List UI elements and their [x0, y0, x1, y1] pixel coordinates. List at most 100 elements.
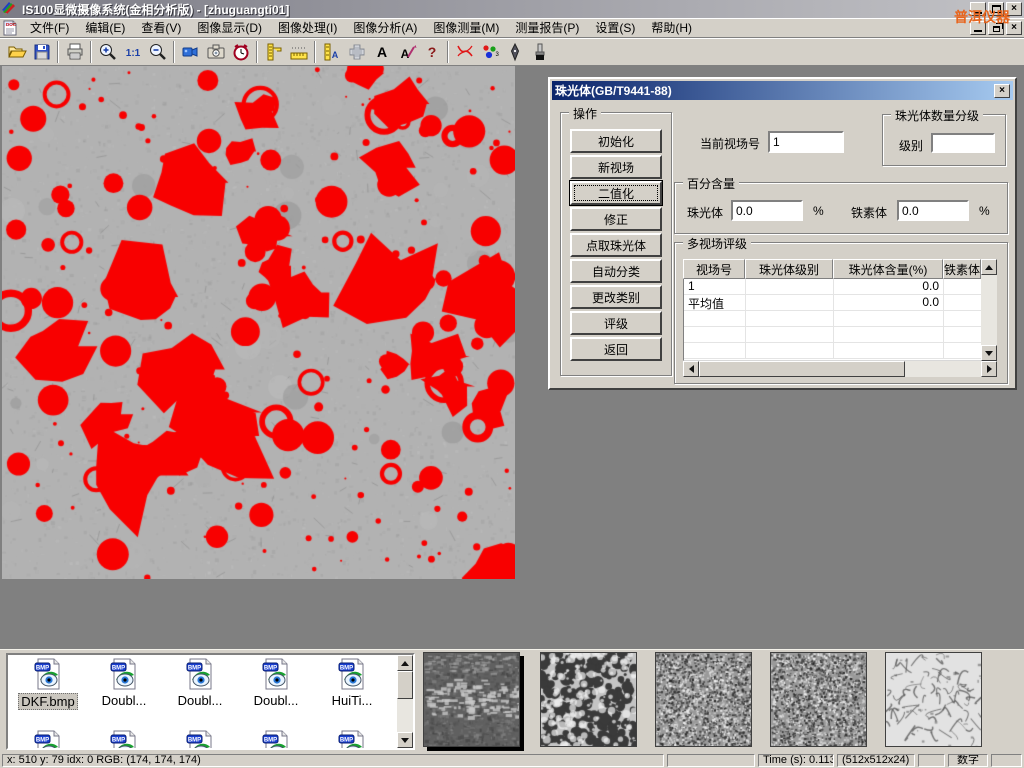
- op-button-3[interactable]: 修正: [570, 207, 662, 231]
- current-field-input[interactable]: [768, 131, 844, 153]
- op-button-8[interactable]: 返回: [570, 337, 662, 361]
- table-hscrollbar[interactable]: [683, 361, 997, 377]
- svg-text:BMP: BMP: [264, 666, 277, 672]
- grid-stamp-button[interactable]: [344, 40, 369, 64]
- ferrite-percent-input[interactable]: [897, 200, 969, 221]
- measure-text-button[interactable]: A: [319, 40, 344, 64]
- status-spacer-3: [991, 754, 1022, 767]
- table-header-0[interactable]: 视场号: [683, 259, 745, 279]
- file-item-row2-0[interactable]: BMP: [12, 730, 84, 750]
- svg-text:BMP: BMP: [36, 738, 49, 744]
- table-row-4[interactable]: [684, 343, 981, 359]
- menu-item-4[interactable]: 图像处理(I): [270, 17, 345, 38]
- zoom-out-button[interactable]: [145, 40, 170, 64]
- file-item-row2-1[interactable]: BMP: [88, 730, 160, 750]
- scroll-up-button[interactable]: [981, 259, 997, 275]
- file-list[interactable]: BMP DKF.bmp BMP BMP Doubl... BMP B: [6, 653, 415, 750]
- status-spacer-2: [918, 754, 945, 767]
- grade-input[interactable]: [931, 133, 995, 153]
- maximize-button[interactable]: [988, 2, 1004, 16]
- save-button[interactable]: [29, 40, 54, 64]
- menu-item-0[interactable]: 文件(F): [22, 17, 77, 38]
- rating-table-header[interactable]: 视场号珠光体级别珠光体含量(%)铁素体: [683, 259, 981, 279]
- video-capture-button[interactable]: [178, 40, 203, 64]
- filelist-vscrollbar[interactable]: [397, 655, 413, 748]
- scroll-right-button[interactable]: [981, 361, 997, 377]
- svg-text:BMP: BMP: [188, 666, 201, 672]
- menu-item-9[interactable]: 帮助(H): [643, 17, 700, 38]
- table-row-1[interactable]: 平均值0.0: [684, 295, 981, 311]
- camera-button[interactable]: [203, 40, 228, 64]
- open-button[interactable]: [4, 40, 29, 64]
- rating-table[interactable]: 视场号珠光体级别珠光体含量(%)铁素体 10.0平均值0.0: [683, 259, 997, 377]
- file-item-4[interactable]: BMP HuiTi...: [316, 658, 388, 708]
- rating-table-body[interactable]: 10.0平均值0.0: [683, 279, 981, 361]
- file-item-3[interactable]: BMP Doubl...: [240, 658, 312, 708]
- bmp-file-icon: BMP: [108, 658, 140, 690]
- op-button-7[interactable]: 评级: [570, 311, 662, 335]
- table-vscrollbar[interactable]: [981, 259, 997, 361]
- table-row-0[interactable]: 10.0: [684, 279, 981, 295]
- menu-item-3[interactable]: 图像显示(D): [189, 17, 270, 38]
- file-item-2[interactable]: BMP Doubl...: [164, 658, 236, 708]
- file-item-0[interactable]: BMP DKF.bmp: [12, 658, 84, 710]
- child-restore-button[interactable]: [988, 21, 1004, 35]
- op-button-0[interactable]: 初始化: [570, 129, 662, 153]
- table-row-2[interactable]: [684, 311, 981, 327]
- thumbnail-4[interactable]: [885, 652, 982, 747]
- child-minimize-button[interactable]: [970, 21, 986, 35]
- close-button[interactable]: ×: [1006, 2, 1022, 16]
- menu-item-7[interactable]: 测量报告(P): [507, 17, 587, 38]
- help-button[interactable]: ?: [419, 40, 444, 64]
- thumbnail-2[interactable]: [655, 652, 752, 747]
- scroll-left-button[interactable]: [683, 361, 699, 377]
- filelist-vthumb[interactable]: [397, 671, 413, 699]
- ruler-button[interactable]: [286, 40, 311, 64]
- classify-balls-button[interactable]: 3: [477, 40, 502, 64]
- menu-item-5[interactable]: 图像分析(A): [345, 17, 425, 38]
- op-button-2[interactable]: 二值化: [570, 181, 662, 205]
- table-row-3[interactable]: [684, 327, 981, 343]
- picker-pen-button[interactable]: [502, 40, 527, 64]
- actual-size-button[interactable]: 1:1: [120, 40, 145, 64]
- hscroll-thumb[interactable]: [699, 361, 905, 377]
- file-item-row2-4[interactable]: BMP: [316, 730, 388, 750]
- table-header-3[interactable]: 铁素体: [943, 259, 981, 279]
- menu-item-1[interactable]: 编辑(E): [77, 17, 133, 38]
- metallograph-image[interactable]: [2, 66, 515, 579]
- menu-item-6[interactable]: 图像测量(M): [425, 17, 507, 38]
- minimize-button[interactable]: [970, 2, 986, 16]
- thumbnail-0[interactable]: [423, 652, 520, 747]
- filelist-scroll-down[interactable]: [397, 732, 413, 748]
- table-cell: [746, 311, 834, 326]
- dialog-title-bar[interactable]: 珠光体(GB/T9441-88) ×: [552, 81, 1013, 100]
- op-button-4[interactable]: 点取珠光体: [570, 233, 662, 257]
- filelist-scroll-up[interactable]: [397, 655, 413, 671]
- curve-tool-button[interactable]: [452, 40, 477, 64]
- pearlite-percent-input[interactable]: [731, 200, 803, 221]
- timer-button[interactable]: [228, 40, 253, 64]
- svg-text:?: ?: [427, 44, 436, 60]
- table-header-1[interactable]: 珠光体级别: [745, 259, 833, 279]
- menu-item-2[interactable]: 查看(V): [133, 17, 189, 38]
- file-item-row2-3[interactable]: BMP: [240, 730, 312, 750]
- table-cell: [944, 295, 981, 310]
- dialog-close-button[interactable]: ×: [994, 84, 1010, 98]
- file-item-row2-2[interactable]: BMP: [164, 730, 236, 750]
- scroll-down-button[interactable]: [981, 345, 997, 361]
- annotate-text-button[interactable]: A: [394, 40, 419, 64]
- brush-button[interactable]: [527, 40, 552, 64]
- caliper-button[interactable]: [261, 40, 286, 64]
- thumbnail-3[interactable]: [770, 652, 867, 747]
- print-button[interactable]: [62, 40, 87, 64]
- child-close-button[interactable]: ×: [1006, 21, 1022, 35]
- thumbnail-1[interactable]: [540, 652, 637, 747]
- text-button[interactable]: A: [369, 40, 394, 64]
- table-header-2[interactable]: 珠光体含量(%): [833, 259, 943, 279]
- file-item-1[interactable]: BMP Doubl...: [88, 658, 160, 708]
- menu-item-8[interactable]: 设置(S): [587, 17, 643, 38]
- zoom-in-button[interactable]: [95, 40, 120, 64]
- op-button-5[interactable]: 自动分类: [570, 259, 662, 283]
- op-button-6[interactable]: 更改类别: [570, 285, 662, 309]
- op-button-1[interactable]: 新视场: [570, 155, 662, 179]
